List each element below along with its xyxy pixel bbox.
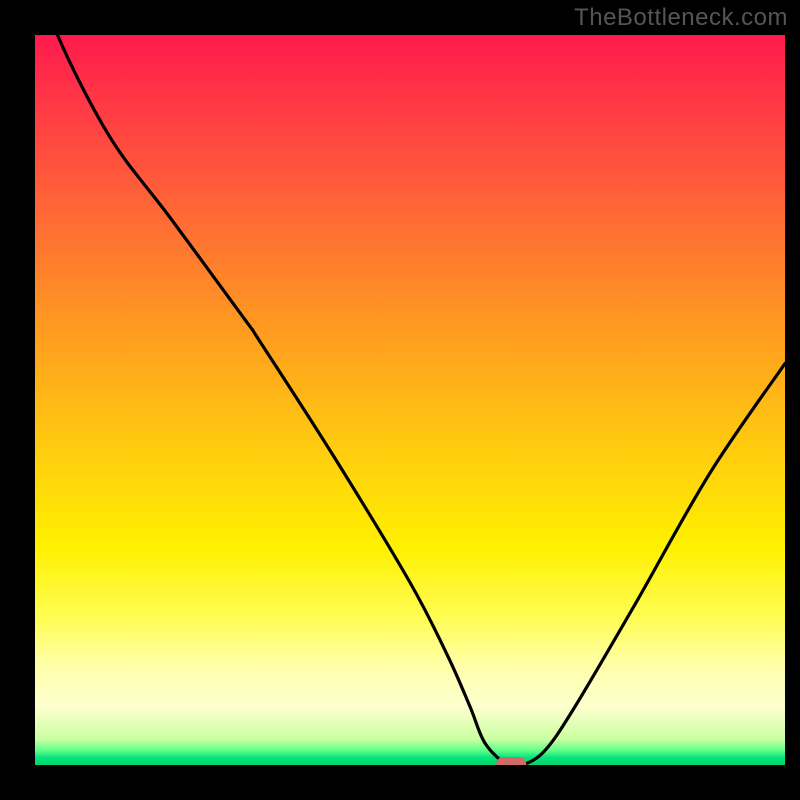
bottleneck-curve — [35, 35, 785, 765]
notch-marker — [496, 757, 526, 765]
watermark-text: TheBottleneck.com — [574, 4, 788, 32]
chart-frame: TheBottleneck.com — [0, 0, 800, 800]
plot-area — [35, 35, 785, 765]
curve-path — [35, 35, 785, 765]
